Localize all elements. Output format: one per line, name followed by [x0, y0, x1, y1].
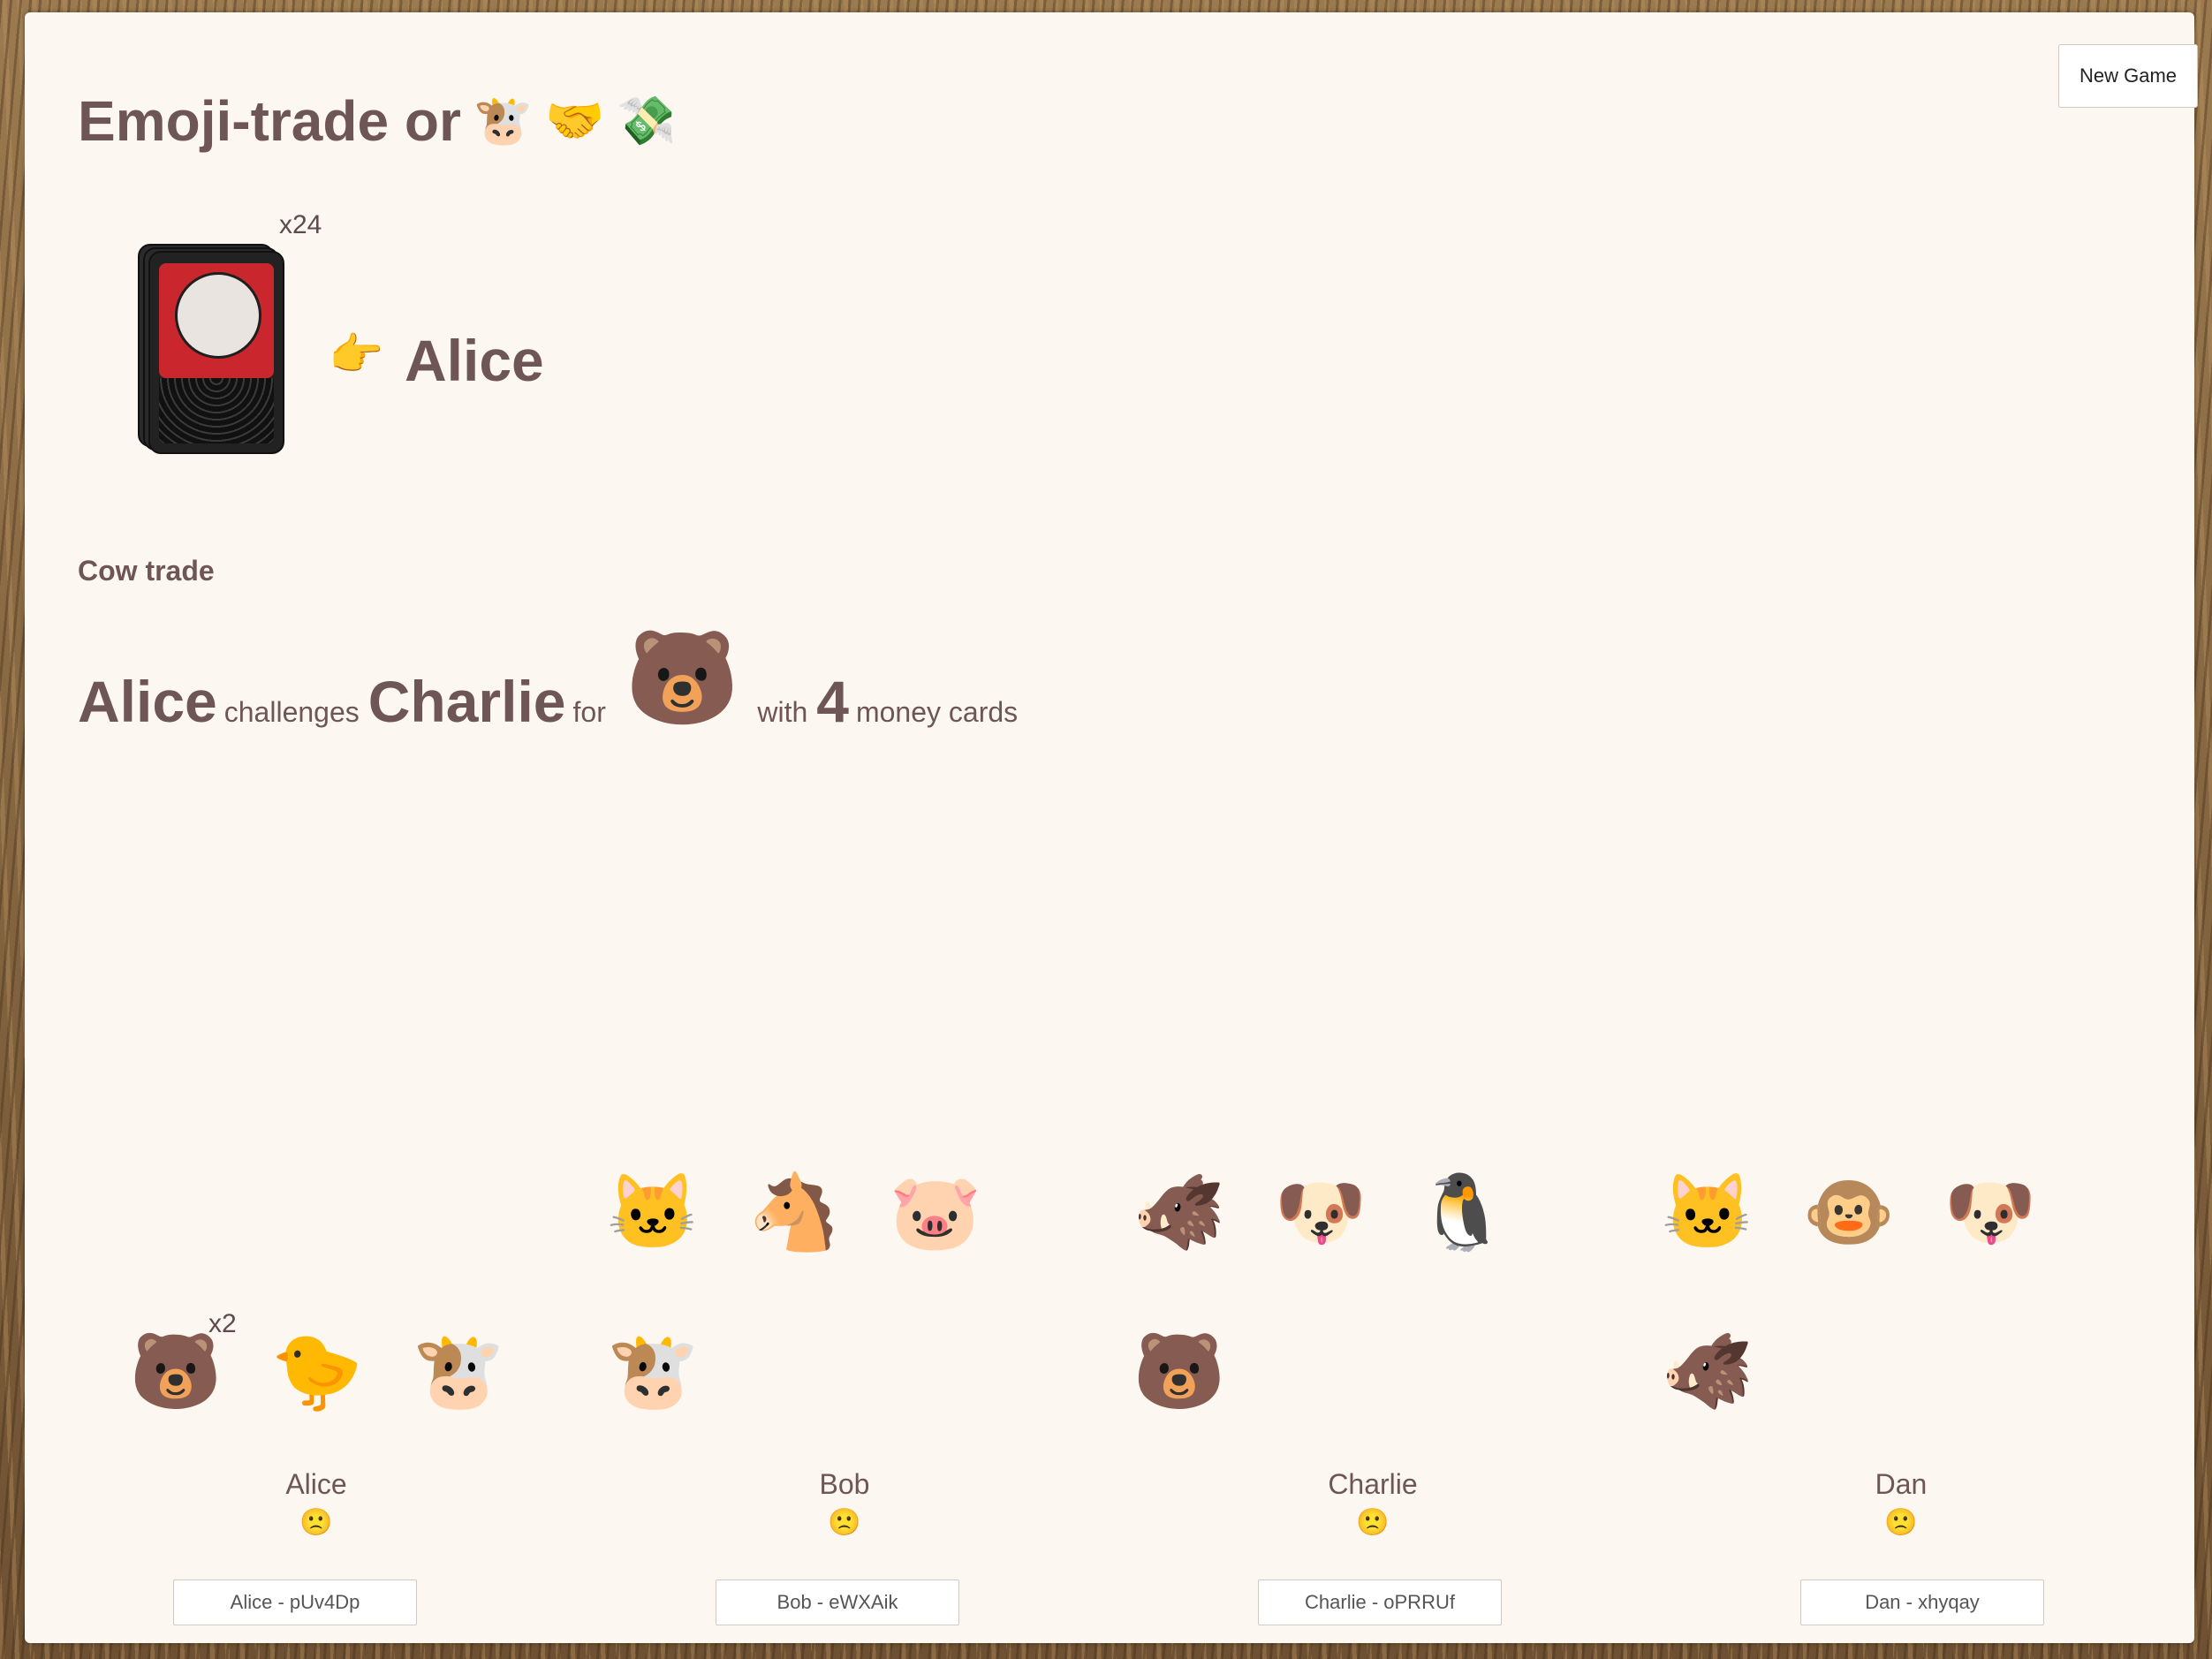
money-with-wings-icon: 💸	[617, 94, 677, 148]
horse-icon[interactable]: 🐴	[746, 1175, 843, 1249]
player-name: Bob	[819, 1468, 870, 1500]
monkey-icon[interactable]: 🐵	[1800, 1175, 1898, 1249]
bear-icon[interactable]: 🐻	[1131, 1334, 1228, 1408]
cow-icon[interactable]: 🐮	[604, 1334, 701, 1408]
deck-count: x24	[279, 210, 322, 239]
card-face	[159, 263, 274, 378]
game-board: New Game Emoji-trade or 🐮 🤝 💸 x24 👉 Alic…	[25, 12, 2198, 1643]
title-text: Emoji-trade or	[78, 89, 461, 153]
bear-icon: 🐻	[625, 627, 740, 730]
sad-face-icon: 🙁	[299, 1508, 333, 1537]
pointing-hand-icon: 👉	[329, 330, 384, 379]
card-deck[interactable]	[138, 244, 288, 456]
money-label: money cards	[855, 696, 1019, 728]
player-id-button[interactable]: Charlie - oPRRUf	[1258, 1579, 1502, 1625]
player-name: Dan	[1875, 1468, 1928, 1500]
money-count: 4	[816, 669, 849, 734]
cat-icon[interactable]: 🐱	[1659, 1175, 1756, 1249]
player-name: Alice	[285, 1468, 347, 1500]
challenger-name: Alice	[78, 669, 217, 734]
handshake-icon: 🤝	[545, 94, 605, 148]
boar-icon[interactable]: 🐗	[1659, 1334, 1756, 1408]
boar-icon[interactable]: 🐗	[1131, 1175, 1228, 1249]
penguin-icon[interactable]: 🐧	[1413, 1175, 1511, 1249]
pig-icon[interactable]: 🐷	[887, 1175, 984, 1249]
card-wave-pattern	[159, 378, 274, 443]
dog-icon[interactable]: 🐶	[1942, 1175, 2039, 1249]
trade-challenge: Alice challenges Charlie for 🐻 with 4 mo…	[78, 627, 1026, 745]
cat-icon[interactable]: 🐱	[604, 1175, 701, 1249]
cow-icon[interactable]: 🐮	[410, 1334, 507, 1408]
sad-face-icon: 🙁	[1356, 1508, 1390, 1537]
target-name: Charlie	[367, 669, 566, 734]
new-game-button[interactable]: New Game	[2058, 44, 2198, 108]
dog-icon[interactable]: 🐶	[1272, 1175, 1369, 1249]
card-circle	[175, 272, 261, 359]
phase-label: Cow trade	[78, 555, 215, 587]
player-name: Charlie	[1328, 1468, 1418, 1500]
challenges-word: challenges	[223, 696, 360, 728]
sad-face-icon: 🙁	[828, 1508, 861, 1537]
bear-icon[interactable]: 🐻	[127, 1334, 224, 1408]
current-player-name: Alice	[405, 328, 544, 393]
for-word: for	[572, 696, 606, 728]
chick-icon[interactable]: 🐤	[269, 1334, 366, 1408]
deck-card-top	[148, 251, 284, 454]
page-title: Emoji-trade or 🐮 🤝 💸	[78, 88, 677, 154]
sad-face-icon: 🙁	[1884, 1508, 1918, 1537]
player-id-button[interactable]: Bob - eWXAik	[716, 1579, 959, 1625]
cow-icon: 🐮	[473, 94, 534, 148]
player-id-button[interactable]: Alice - pUv4Dp	[173, 1579, 417, 1625]
player-id-button[interactable]: Dan - xhyqay	[1800, 1579, 2044, 1625]
with-word: with	[757, 696, 808, 728]
